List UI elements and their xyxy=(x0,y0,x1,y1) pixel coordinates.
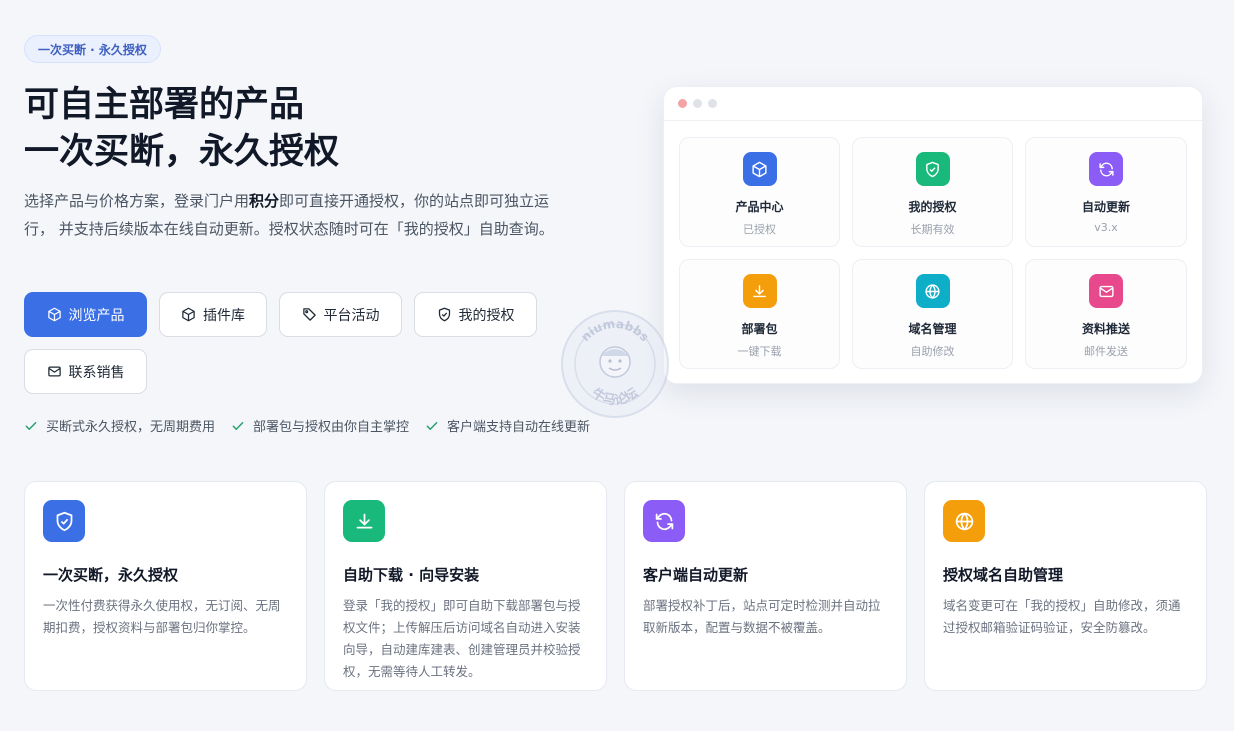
tile-icon-bg xyxy=(742,274,777,308)
tile-my-license[interactable]: 我的授权 长期有效 xyxy=(852,137,1013,247)
cube-icon xyxy=(47,307,61,322)
card-text: 部署授权补丁后，站点可定时检测并自动拉取新版本，配置与数据不被覆盖。 xyxy=(643,598,881,635)
hero-desc-part1: 选择产品与价格方案，登录门户用 xyxy=(24,192,250,210)
refresh-icon xyxy=(655,512,673,530)
shield-check-icon xyxy=(438,307,450,322)
page: 一次买断 · 永久授权 可自主部署的产品 一次买断，永久授权 选择产品与价格方案… xyxy=(0,0,1234,731)
preview-tile-grid: 产品中心 已授权 我的授权 长期有效 自动更新 v3.x 部署包 一键下载 域名… xyxy=(679,137,1187,369)
tile-sub: 邮件发送 xyxy=(1084,345,1128,358)
window-titlebar xyxy=(664,87,1202,121)
card-icon-bg xyxy=(943,500,985,542)
platform-events-button[interactable]: 平台活动 xyxy=(279,292,402,337)
tile-name: 部署包 xyxy=(741,322,778,336)
browse-products-button[interactable]: 浏览产品 xyxy=(24,292,147,337)
tile-sub: 已授权 xyxy=(743,223,776,236)
check-icon xyxy=(232,421,244,430)
check-item: 部署包与授权由你自主掌控 xyxy=(231,416,409,435)
globe-icon xyxy=(925,283,940,299)
window-minimize-dot xyxy=(693,99,702,108)
check-icon xyxy=(25,421,37,430)
tile-sub: 自助修改 xyxy=(910,345,955,358)
tile-document-push[interactable]: 资料推送 邮件发送 xyxy=(1025,259,1187,369)
card-icon-bg xyxy=(643,500,685,542)
window-close-dot xyxy=(678,99,687,108)
hero-desc-bold: 积分 xyxy=(249,192,280,210)
feature-cards: 一次买断，永久授权 一次性付费获得永久使用权，无订阅、无周期扣费，授权资料与部署… xyxy=(24,481,1207,691)
my-license-button[interactable]: 我的授权 xyxy=(414,292,537,337)
tile-name: 我的授权 xyxy=(908,200,957,214)
feature-checklist: 买断式永久授权，无周期费用 部署包与授权由你自主掌控 客户端支持自动在线更新 xyxy=(24,416,590,435)
card-icon-bg xyxy=(343,500,385,542)
hero-title: 可自主部署的产品 一次买断，永久授权 xyxy=(24,82,624,176)
check-item-label: 部署包与授权由你自主掌控 xyxy=(253,420,410,435)
tile-auto-update[interactable]: 自动更新 v3.x xyxy=(1025,137,1187,247)
browse-products-label: 浏览产品 xyxy=(68,307,125,324)
card-icon-bg xyxy=(43,500,85,542)
tile-name: 域名管理 xyxy=(908,322,957,336)
check-item: 买断式永久授权，无周期费用 xyxy=(24,416,215,435)
check-icon xyxy=(426,421,438,430)
tile-name: 产品中心 xyxy=(735,200,784,214)
tile-icon-bg xyxy=(742,152,777,186)
window-maximize-dot xyxy=(708,99,717,108)
platform-events-label: 平台活动 xyxy=(323,307,380,324)
card-title: 自助下载 · 向导安装 xyxy=(343,566,480,584)
globe-icon xyxy=(955,512,973,530)
tile-name: 自动更新 xyxy=(1081,200,1130,214)
tile-icon-bg xyxy=(1089,274,1123,308)
feature-card: 授权域名自助管理 域名变更可在「我的授权」自助修改，须通过授权邮箱验证码验证，安… xyxy=(924,481,1207,691)
tile-icon-bg xyxy=(1089,152,1123,186)
tile-icon-bg xyxy=(915,152,950,186)
hero-title-line2: 一次买断，永久授权 xyxy=(24,132,340,172)
card-title: 授权域名自助管理 xyxy=(943,566,1064,584)
niumabbs-watermark-logo: niumabbs 牛马论坛 xyxy=(561,310,669,418)
tile-sub: 一键下载 xyxy=(737,345,782,358)
card-title: 客户端自动更新 xyxy=(643,566,749,584)
card-title: 一次买断，永久授权 xyxy=(43,566,179,584)
hero-description: 选择产品与价格方案，登录门户用积分即可直接开通授权，你的站点即可独立运行， 并支… xyxy=(24,187,554,243)
card-text: 域名变更可在「我的授权」自助修改，须通过授权邮箱验证码验证，安全防篡改。 xyxy=(943,598,1181,635)
tag-icon xyxy=(302,308,316,321)
refresh-icon xyxy=(1098,162,1114,176)
check-item-label: 买断式永久授权，无周期费用 xyxy=(46,420,216,435)
shield-check-icon xyxy=(56,511,72,531)
plugins-label: 插件库 xyxy=(203,307,245,324)
mail-icon xyxy=(47,366,61,377)
card-text: 一次性付费获得永久使用权，无订阅、无周期扣费，授权资料与部署包归你掌控。 xyxy=(43,598,281,635)
tile-icon-bg xyxy=(915,274,950,308)
tile-sub: v3.x xyxy=(1094,221,1118,234)
shield-check-icon xyxy=(926,161,939,177)
cube-icon xyxy=(182,307,195,322)
download-icon xyxy=(356,513,372,528)
feature-card: 一次买断，永久授权 一次性付费获得永久使用权，无订阅、无周期扣费，授权资料与部署… xyxy=(24,481,307,691)
tile-sub: 长期有效 xyxy=(910,223,955,236)
plugins-button[interactable]: 插件库 xyxy=(159,292,267,337)
tile-name: 资料推送 xyxy=(1081,322,1130,336)
my-license-label: 我的授权 xyxy=(458,307,515,324)
tile-product-center[interactable]: 产品中心 已授权 xyxy=(679,137,840,247)
hero-badge: 一次买断 · 永久授权 xyxy=(24,35,161,63)
contact-sales-button[interactable]: 联系销售 xyxy=(24,349,147,394)
tile-domain-management[interactable]: 域名管理 自助修改 xyxy=(852,259,1013,369)
tile-deploy-package[interactable]: 部署包 一键下载 xyxy=(679,259,840,369)
download-icon xyxy=(753,284,766,297)
mail-icon xyxy=(1098,285,1114,297)
feature-card: 客户端自动更新 部署授权补丁后，站点可定时检测并自动拉取新版本，配置与数据不被覆… xyxy=(624,481,907,691)
hero-title-line1: 可自主部署的产品 xyxy=(24,85,305,125)
contact-sales-label: 联系销售 xyxy=(68,364,125,381)
cube-icon xyxy=(752,161,767,177)
card-text: 登录「我的授权」即可自助下载部署包与授权文件；上传解压后访问域名自动进入安装向导… xyxy=(343,598,581,679)
feature-card: 自助下载 · 向导安装 登录「我的授权」即可自助下载部署包与授权文件；上传解压后… xyxy=(324,481,607,691)
app-preview-window: 产品中心 已授权 我的授权 长期有效 自动更新 v3.x 部署包 一键下载 域名… xyxy=(663,86,1203,384)
